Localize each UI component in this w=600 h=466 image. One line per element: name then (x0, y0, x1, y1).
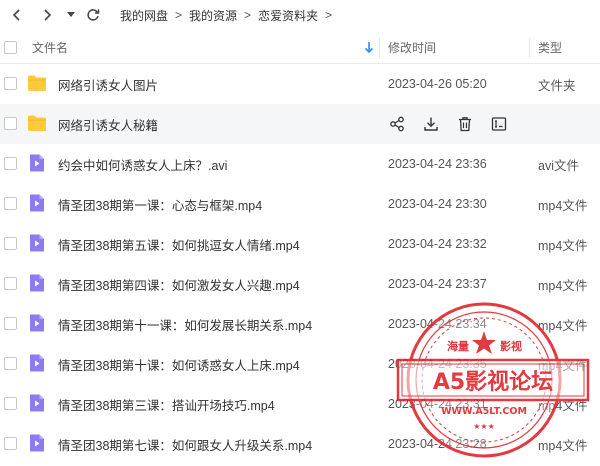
file-type: mp4文件 (538, 398, 588, 413)
file-row[interactable]: 情圣团38期第五课：如何挑逗女人情绪.mp4 2023-04-24 23:32 … (0, 224, 600, 264)
column-header-type[interactable]: 类型 (538, 39, 562, 56)
share-icon (390, 116, 404, 132)
file-row[interactable]: 网络引诱女人秘籍 (0, 104, 600, 144)
breadcrumb: 我的网盘 > 我的资源 > 恋爱资料夹 > (116, 7, 335, 24)
file-list: 网络引诱女人图片 2023-04-26 05:20 文件夹 网络引诱女人秘籍 约… (0, 64, 600, 464)
sort-arrow-icon[interactable] (364, 41, 374, 54)
file-row[interactable]: 情圣团38期第四课：如何激发女人兴趣.mp4 2023-04-24 23:37 … (0, 264, 600, 304)
file-name[interactable]: 约会中如何诱惑女人上床？.avi (58, 155, 227, 174)
file-type: mp4文件 (538, 318, 588, 333)
video-file-icon (30, 314, 44, 332)
file-type: 文件夹 (538, 78, 576, 93)
video-file-icon (30, 434, 44, 452)
row-checkbox[interactable] (4, 237, 17, 250)
file-name[interactable]: 情圣团38期第一课：心态与框架.mp4 (58, 195, 262, 214)
video-file-icon (30, 274, 44, 292)
file-name[interactable]: 情圣团38期第三课：搭讪开场技巧.mp4 (58, 395, 275, 414)
row-checkbox[interactable] (4, 77, 17, 90)
video-file-icon (30, 234, 44, 252)
row-checkbox[interactable] (4, 197, 17, 210)
file-name[interactable]: 情圣团38期第五课：如何挑逗女人情绪.mp4 (58, 235, 300, 254)
file-modified-time: 2023-04-24 23:36 (388, 157, 487, 171)
file-modified-time: 2023-04-24 23:30 (388, 197, 487, 211)
column-divider[interactable] (379, 38, 380, 58)
file-modified-time: 2023-04-24 23:28 (388, 437, 487, 451)
file-row[interactable]: 情圣团38期第一课：心态与框架.mp4 2023-04-24 23:30 mp4… (0, 184, 600, 224)
select-all-checkbox[interactable] (4, 41, 17, 54)
back-button[interactable] (6, 4, 28, 26)
row-checkbox[interactable] (4, 157, 17, 170)
video-file-icon (30, 354, 44, 372)
file-modified-time: 2023-04-26 05:20 (388, 77, 487, 91)
file-name[interactable]: 情圣团38期第四课：如何激发女人兴趣.mp4 (58, 275, 300, 294)
file-type: mp4文件 (538, 198, 588, 213)
file-row[interactable]: 情圣团38期第十课：如何诱惑女人上床.mp4 2023-04-24 23:35 … (0, 344, 600, 384)
file-modified-time: 2023-04-24 23:31 (388, 397, 487, 411)
refresh-icon (87, 9, 100, 21)
row-checkbox[interactable] (4, 117, 17, 130)
video-file-icon (30, 394, 44, 412)
row-checkbox[interactable] (4, 317, 17, 330)
breadcrumb-separator: > (175, 8, 183, 22)
refresh-button[interactable] (82, 4, 104, 26)
column-divider[interactable] (529, 38, 530, 58)
rename-button[interactable] (490, 115, 508, 133)
download-icon (424, 117, 438, 131)
file-type: mp4文件 (538, 358, 588, 373)
breadcrumb-item-my-drive[interactable]: 我的网盘 (116, 7, 172, 24)
breadcrumb-item-current-folder[interactable]: 恋爱资料夹 (254, 7, 322, 24)
file-modified-time: 2023-04-24 23:32 (388, 237, 487, 251)
file-row[interactable]: 网络引诱女人图片 2023-04-26 05:20 文件夹 (0, 64, 600, 104)
navigation-bar: 我的网盘 > 我的资源 > 恋爱资料夹 > (0, 0, 600, 30)
file-type: mp4文件 (538, 238, 588, 253)
file-type: mp4文件 (538, 278, 588, 293)
share-button[interactable] (388, 115, 406, 133)
file-name[interactable]: 网络引诱女人秘籍 (58, 115, 158, 134)
column-header-modified-time[interactable]: 修改时间 (388, 39, 436, 56)
breadcrumb-separator: > (244, 8, 252, 22)
folder-icon (28, 75, 46, 91)
video-file-icon (30, 154, 44, 172)
download-button[interactable] (422, 115, 440, 133)
file-modified-time: 2023-04-24 23:35 (388, 357, 487, 371)
delete-icon (459, 117, 471, 132)
file-name[interactable]: 情圣团38期第七课：如何跟女人升级关系.mp4 (58, 435, 312, 454)
folder-icon (28, 115, 46, 131)
file-modified-time: 2023-04-24 23:37 (388, 277, 487, 291)
forward-button[interactable] (36, 4, 58, 26)
file-type: mp4文件 (538, 438, 588, 453)
row-checkbox[interactable] (4, 357, 17, 370)
delete-button[interactable] (456, 115, 474, 133)
history-dropdown-button[interactable] (60, 4, 82, 26)
file-name[interactable]: 网络引诱女人图片 (58, 75, 158, 94)
file-row[interactable]: 情圣团38期第七课：如何跟女人升级关系.mp4 2023-04-24 23:28… (0, 424, 600, 464)
breadcrumb-item-my-resources[interactable]: 我的资源 (185, 7, 241, 24)
file-row[interactable]: 约会中如何诱惑女人上床？.avi 2023-04-24 23:36 avi文件 (0, 144, 600, 184)
file-name[interactable]: 情圣团38期第十一课：如何发展长期关系.mp4 (58, 315, 312, 334)
file-name[interactable]: 情圣团38期第十课：如何诱惑女人上床.mp4 (58, 355, 300, 374)
file-row[interactable]: 情圣团38期第十一课：如何发展长期关系.mp4 2023-04-24 23:34… (0, 304, 600, 344)
rename-icon (491, 117, 507, 131)
caret-down-icon (67, 12, 75, 17)
file-modified-time: 2023-04-24 23:34 (388, 317, 487, 331)
file-type: avi文件 (538, 158, 579, 173)
row-checkbox[interactable] (4, 397, 17, 410)
row-checkbox[interactable] (4, 437, 17, 450)
column-header-name[interactable]: 文件名 (32, 39, 68, 56)
chevron-right-icon (44, 9, 52, 21)
row-checkbox[interactable] (4, 277, 17, 290)
video-file-icon (30, 194, 44, 212)
row-actions (388, 115, 508, 133)
file-row[interactable]: 情圣团38期第三课：搭讪开场技巧.mp4 2023-04-24 23:31 mp… (0, 384, 600, 424)
chevron-left-icon (12, 9, 20, 21)
file-list-header: 文件名 修改时间 类型 (0, 32, 600, 64)
breadcrumb-separator: > (325, 8, 333, 22)
